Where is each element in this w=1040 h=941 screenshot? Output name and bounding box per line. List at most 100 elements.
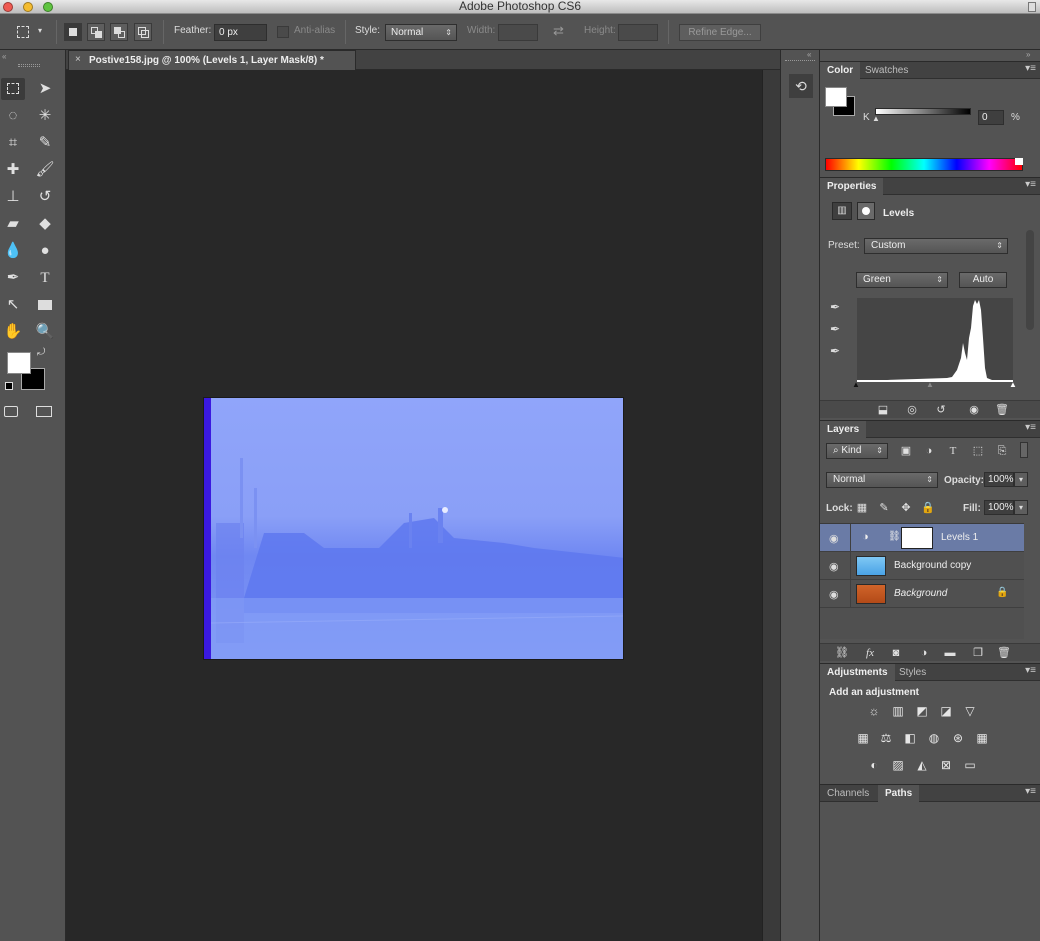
invert-icon[interactable]: ◐ (865, 757, 883, 773)
tool-preset-picker[interactable]: ▾ (14, 23, 42, 41)
threshold-icon[interactable]: ◭ (913, 757, 931, 773)
crop-tool[interactable]: ⌗ (1, 132, 25, 154)
levels-adjustment-icon[interactable]: ▥ (889, 703, 907, 719)
lasso-tool[interactable]: ◌ (1, 105, 25, 127)
opacity-dropdown-icon[interactable]: ▾ (1014, 472, 1028, 487)
eyedropper-tool[interactable]: ✎ (33, 132, 57, 154)
exposure-icon[interactable]: ◪ (937, 703, 955, 719)
properties-scrollbar[interactable] (1026, 230, 1034, 330)
tab-styles[interactable]: Styles (892, 664, 933, 682)
blend-mode-select[interactable]: Normal ⇕ (826, 472, 938, 488)
lock-all-icon[interactable]: 🔒 (920, 501, 936, 515)
tab-adjustments[interactable]: Adjustments (820, 664, 895, 682)
tab-paths[interactable]: Paths (878, 785, 920, 803)
gray-point-eyedropper-icon[interactable]: ✒ (830, 322, 840, 336)
opacity-input[interactable]: 100% (984, 472, 1014, 487)
white-point-eyedropper-icon[interactable]: ✒ (830, 344, 840, 358)
history-panel-icon[interactable]: ⟲ (789, 74, 813, 98)
panel-menu-icon[interactable]: ▾≡ (1025, 665, 1036, 676)
magic-wand-tool[interactable]: ✳ (33, 105, 57, 127)
intersect-selection-button[interactable] (134, 23, 152, 41)
default-colors-icon[interactable] (5, 382, 13, 390)
black-white-icon[interactable]: ◧ (901, 730, 919, 746)
visibility-eye-icon[interactable]: ◉ (829, 532, 839, 545)
lock-pixels-icon[interactable]: ✎ (876, 501, 892, 515)
photo-filter-icon[interactable]: ◍ (925, 730, 943, 746)
trash-icon[interactable]: 🗑 (994, 403, 1010, 417)
color-spectrum-bar[interactable] (825, 158, 1023, 171)
view-previous-icon[interactable]: ◎ (904, 403, 920, 417)
fill-dropdown-icon[interactable]: ▾ (1014, 500, 1028, 515)
foreground-color-swatch[interactable] (7, 352, 31, 374)
fill-input[interactable]: 100% (984, 500, 1014, 515)
hand-tool[interactable]: ✋ (1, 321, 25, 343)
filter-pixel-icon[interactable]: ▣ (898, 444, 914, 458)
k-slider[interactable] (875, 108, 971, 115)
subtract-from-selection-button[interactable] (110, 23, 128, 41)
vibrance-icon[interactable]: ▽ (961, 703, 979, 719)
new-layer-icon[interactable]: ❐ (970, 646, 986, 660)
anti-alias-checkbox[interactable] (277, 26, 289, 38)
hue-saturation-icon[interactable]: ▦ (854, 730, 872, 746)
screen-mode-icon[interactable] (36, 406, 52, 417)
dodge-tool[interactable]: ● (33, 240, 57, 262)
color-balance-icon[interactable]: ⚖ (877, 730, 895, 746)
eraser-tool[interactable]: ▰ (1, 213, 25, 235)
height-input[interactable] (618, 24, 658, 41)
gamma-input-slider[interactable]: ▲ (926, 380, 934, 389)
move-tool[interactable]: ➤ (33, 78, 57, 100)
clip-to-layer-icon[interactable]: ⬓ (875, 403, 891, 417)
spectrum-white-swatch[interactable] (1015, 158, 1023, 165)
auto-button[interactable]: Auto (959, 272, 1007, 288)
swap-width-height-icon[interactable]: ⇄ (553, 23, 564, 39)
panel-menu-icon[interactable]: ▾≡ (1025, 422, 1036, 433)
tab-swatches[interactable]: Swatches (858, 62, 915, 80)
marquee-tool[interactable] (1, 78, 25, 100)
filter-adjustment-icon[interactable]: ◑ (921, 444, 937, 458)
tab-color[interactable]: Color (820, 62, 861, 80)
tab-layers[interactable]: Layers (820, 421, 867, 439)
tab-properties[interactable]: Properties (820, 178, 884, 196)
add-mask-icon[interactable]: ◙ (888, 646, 904, 660)
layer-row-background-copy[interactable]: ◉ Background copy (820, 552, 1024, 580)
layer-row-levels-1[interactable]: ◉ ◑ ⛓ Levels 1 (820, 524, 1024, 552)
document-tab[interactable]: × Postive158.jpg @ 100% (Levels 1, Layer… (68, 50, 356, 70)
style-select[interactable]: Normal ⇕ (385, 24, 457, 41)
close-tab-icon[interactable]: × (75, 54, 81, 65)
collapse-panels-icon[interactable]: » (1026, 50, 1030, 59)
tab-channels[interactable]: Channels (820, 785, 876, 803)
mask-icon[interactable] (857, 202, 875, 220)
brightness-contrast-icon[interactable]: ☼ (865, 703, 883, 719)
new-selection-button[interactable] (64, 23, 82, 41)
filter-shape-icon[interactable]: ⬚ (970, 444, 986, 458)
quick-mask-icon[interactable] (4, 406, 18, 417)
layer-style-fx-icon[interactable]: fx (862, 646, 878, 660)
preset-select[interactable]: Custom ⇕ (864, 238, 1008, 254)
panel-menu-icon[interactable]: ▾≡ (1025, 63, 1036, 74)
white-input-slider[interactable]: ▲ (1009, 380, 1017, 389)
layer-filter-kind-select[interactable]: ⌕ Kind ⇕ (826, 443, 888, 459)
link-layers-icon[interactable]: ⛓ (834, 646, 850, 660)
panel-menu-icon[interactable]: ▾≡ (1025, 179, 1036, 190)
swap-colors-icon[interactable]: ⤾ (37, 347, 45, 358)
path-selection-tool[interactable]: ↖ (1, 294, 25, 316)
color-foreground-swatch[interactable] (825, 87, 847, 107)
visibility-eye-icon[interactable]: ◉ (829, 560, 839, 573)
k-slider-thumb[interactable]: ▲ (872, 114, 880, 123)
visibility-eye-icon[interactable]: ◉ (829, 588, 839, 601)
new-adjustment-layer-icon[interactable]: ◑ (916, 646, 932, 660)
lock-position-icon[interactable]: ✥ (898, 501, 914, 515)
color-lookup-icon[interactable]: ▦ (973, 730, 991, 746)
fullscreen-button[interactable] (1028, 2, 1036, 12)
feather-input[interactable]: 0 px (214, 24, 267, 41)
filter-smart-object-icon[interactable]: ⎘ (994, 444, 1010, 458)
black-input-slider[interactable]: ▲ (852, 380, 860, 389)
k-value-input[interactable]: 0 (978, 110, 1004, 125)
vertical-scrollbar[interactable] (762, 70, 780, 941)
toolbox-grip[interactable] (18, 64, 40, 67)
gradient-map-icon[interactable]: ▭ (961, 757, 979, 773)
chain-link-icon[interactable]: ⛓ (888, 531, 901, 542)
filter-type-icon[interactable]: T (945, 444, 961, 458)
reset-icon[interactable]: ↺ (933, 403, 949, 417)
width-input[interactable] (498, 24, 538, 41)
